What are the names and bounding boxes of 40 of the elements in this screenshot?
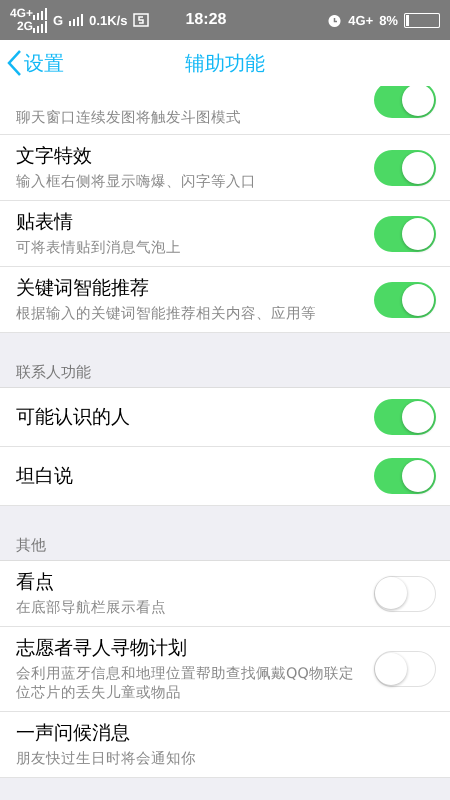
setting-title: 可能认识的人 (16, 405, 131, 430)
back-button[interactable]: 设置 (0, 40, 70, 86)
setting-description: 输入框右侧将显示嗨爆、闪字等入口 (16, 173, 257, 192)
section-header: 联系人功能 (16, 362, 91, 382)
toggle-switch[interactable] (374, 86, 436, 118)
battery-icon (404, 12, 440, 28)
setting-title: 文字特效 (16, 144, 93, 169)
toggle-switch[interactable] (374, 150, 436, 186)
toggle-switch[interactable] (374, 651, 436, 687)
screenshot-icon (133, 13, 150, 27)
back-icon (6, 49, 22, 77)
page-title: 辅助功能 (185, 51, 265, 75)
section-header: 其他 (16, 536, 46, 554)
clock-time: 18:28 (185, 11, 228, 29)
setting-title: 贴表情 (16, 210, 74, 235)
setting-title: 坦白说 (16, 464, 74, 489)
setting-description: 可将表情贴到消息气泡上 (16, 239, 182, 258)
battery-label: 8% (379, 12, 398, 28)
setting-title: 一声问候消息 (16, 721, 131, 746)
setting-title: 志愿者寻人寻物计划 (16, 636, 188, 661)
toggle-switch[interactable] (374, 282, 436, 318)
toggle-switch[interactable] (374, 576, 436, 612)
setting-description: 根据输入的关键词智能推荐相关内容、应用等 (16, 305, 317, 324)
toggle-switch[interactable] (374, 216, 436, 252)
network-label: 2G (17, 19, 34, 33)
network-label: 4G+ (348, 12, 374, 28)
toggle-switch[interactable] (374, 458, 436, 494)
setting-title: 看点 (16, 570, 55, 595)
signal-icon (33, 8, 48, 20)
speed-label: 0.1K/s (89, 12, 128, 28)
setting-description: 会利用蓝牙信息和地理位置帮助查找佩戴QQ物联定位芯片的丢失儿童或物品 (16, 665, 355, 703)
setting-title: 关键词智能推荐 (16, 276, 150, 301)
signal-icon (33, 21, 48, 33)
signal-icon (69, 14, 84, 26)
setting-description: 聊天窗口连续发图将触发斗图模式 (16, 109, 242, 128)
setting-description: 在底部导航栏展示看点 (16, 599, 167, 618)
toggle-switch[interactable] (374, 399, 436, 435)
setting-description: 朋友快过生日时将会通知你 (16, 750, 197, 769)
network-label: 4G+ (10, 6, 34, 20)
network-label: G (53, 12, 64, 28)
